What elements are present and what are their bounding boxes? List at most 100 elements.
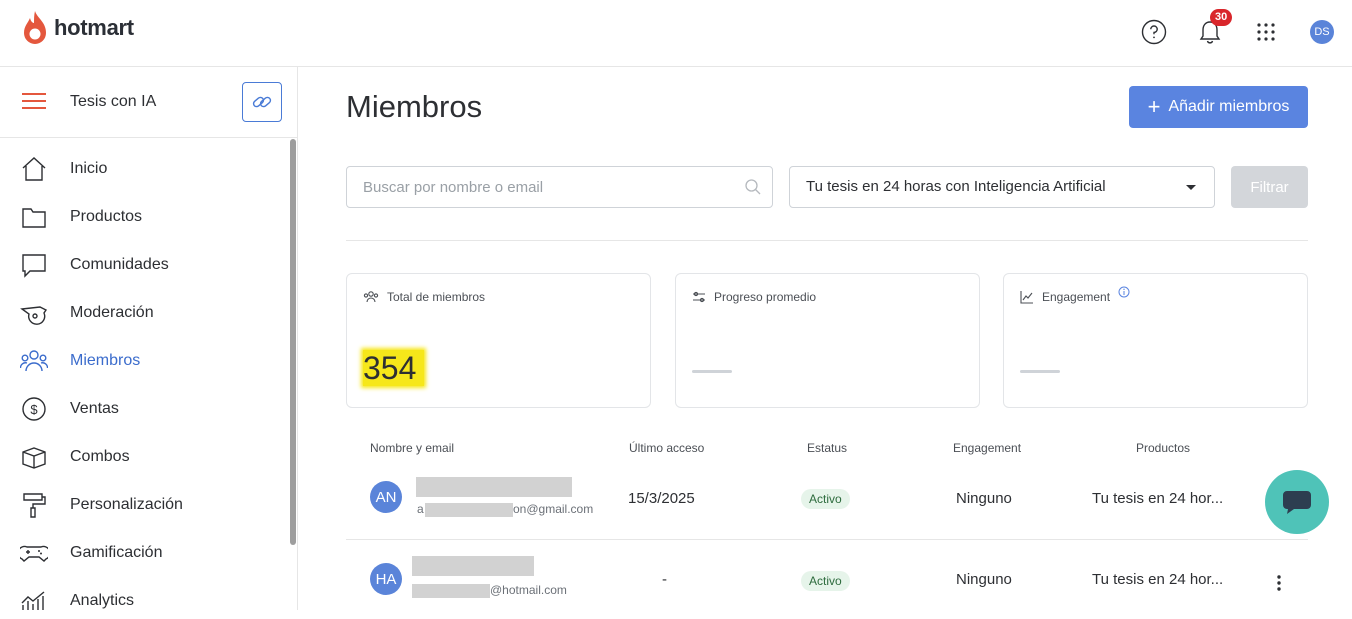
link-icon: [252, 96, 272, 108]
column-header[interactable]: Nombre y email: [370, 441, 454, 455]
sidebar-nav: Inicio Productos Comunidades Moderación: [0, 145, 290, 610]
notifications-button[interactable]: 30: [1196, 9, 1233, 46]
info-icon[interactable]: [1118, 286, 1130, 298]
chart-icon: [21, 591, 45, 610]
column-header[interactable]: Productos: [1136, 441, 1190, 455]
sidebar: Tesis con IA Inicio Productos Comunidade…: [0, 67, 298, 610]
top-bar: hotmart 30 DS: [0, 0, 1352, 67]
hotmart-logo[interactable]: hotmart: [22, 10, 134, 46]
sidebar-item-label: Personalización: [70, 496, 183, 513]
whistle-icon: [20, 306, 48, 325]
status-badge: Activo: [801, 571, 850, 591]
chat-support-icon: [1283, 491, 1311, 514]
product-value: Tu tesis en 24 hor...: [1092, 490, 1224, 507]
sidebar-item-label: Miembros: [70, 352, 141, 369]
sidebar-item-label: Analytics: [70, 592, 135, 609]
users-small-icon: [363, 291, 379, 303]
sidebar-item-label: Productos: [70, 208, 143, 225]
sidebar-item-gamificacion[interactable]: Gamificación: [0, 529, 290, 577]
help-button[interactable]: [1140, 18, 1168, 46]
add-members-button[interactable]: + Añadir miembros: [1129, 86, 1308, 128]
sidebar-item-label: Combos: [70, 448, 130, 465]
apps-button[interactable]: [1252, 18, 1280, 46]
product-select[interactable]: Tu tesis en 24 horas con Inteligencia Ar…: [789, 166, 1215, 208]
sidebar-item-label: Ventas: [70, 400, 119, 417]
avatar: HA: [370, 563, 402, 595]
paint-roller-icon: [23, 493, 46, 518]
table-row[interactable]: HA @hotmail.com - Activo Ninguno Tu tesi…: [346, 539, 1308, 619]
sidebar-item-ventas[interactable]: $ Ventas: [0, 385, 290, 433]
filter-button[interactable]: Filtrar: [1231, 166, 1308, 208]
main-content: Miembros + Añadir miembros Tu tesis en 2…: [299, 67, 1352, 610]
chat-bubble-icon: [22, 254, 46, 278]
sidebar-item-label: Gamificación: [70, 544, 163, 561]
redacted-name: [412, 556, 534, 576]
sidebar-scrollbar[interactable]: [290, 139, 296, 545]
engagement-card: Engagement: [1003, 273, 1308, 408]
empty-value-placeholder: [1020, 370, 1060, 373]
chevron-down-icon: [1186, 185, 1196, 190]
table-row[interactable]: AN a on@gmail.com 15/3/2025 Activo Ningu…: [346, 459, 1308, 539]
brand-name: hotmart: [54, 15, 134, 40]
avatar: AN: [370, 481, 402, 513]
search-icon: [745, 179, 761, 195]
users-icon: [20, 350, 48, 372]
sidebar-item-inicio[interactable]: Inicio: [0, 145, 290, 193]
box-icon: [22, 447, 46, 469]
search-input[interactable]: [347, 167, 727, 207]
grid-dots-icon: [1257, 23, 1275, 41]
last-access: -: [662, 571, 667, 588]
more-options-icon[interactable]: [1276, 574, 1282, 592]
dollar-circle-icon: $: [22, 397, 46, 421]
plus-icon: +: [1147, 94, 1161, 119]
chat-support-button[interactable]: [1265, 470, 1329, 534]
user-avatar: DS: [1310, 20, 1334, 44]
sidebar-item-comunidades[interactable]: Comunidades: [0, 241, 290, 289]
sidebar-item-combos[interactable]: Combos: [0, 433, 290, 481]
divider: [346, 240, 1308, 241]
user-menu-button[interactable]: DS: [1308, 18, 1336, 46]
total-members-value: 354: [363, 350, 425, 386]
page-title: Miembros: [346, 89, 483, 124]
product-value: Tu tesis en 24 hor...: [1092, 571, 1224, 588]
notifications-badge: 30: [1210, 9, 1233, 26]
progress-icon: [693, 291, 705, 303]
hamburger-menu-icon[interactable]: [22, 93, 46, 111]
average-progress-card: Progreso promedio: [675, 273, 980, 408]
column-header[interactable]: Engagement: [953, 441, 1021, 455]
engagement-value: Ninguno: [956, 490, 1012, 507]
sidebar-item-analytics[interactable]: Analytics: [0, 577, 290, 610]
club-name: Tesis con IA: [70, 93, 157, 110]
copy-link-button[interactable]: [242, 82, 282, 122]
search-box: [346, 166, 773, 208]
redacted-name: [416, 477, 572, 497]
empty-value-placeholder: [692, 370, 732, 373]
sidebar-item-personalizacion[interactable]: Personalización: [0, 481, 290, 529]
add-members-label: Añadir miembros: [1168, 98, 1290, 115]
last-access: 15/3/2025: [628, 490, 695, 507]
product-select-value: Tu tesis en 24 horas con Inteligencia Ar…: [806, 178, 1106, 195]
total-members-card: Total de miembros 354: [346, 273, 651, 408]
filter-label: Filtrar: [1250, 178, 1289, 196]
sidebar-item-miembros[interactable]: Miembros: [0, 337, 290, 385]
column-header[interactable]: Estatus: [807, 441, 847, 455]
column-header[interactable]: Último acceso: [629, 441, 704, 455]
question-circle-icon: [1141, 19, 1167, 45]
email-prefix: a: [417, 502, 424, 516]
card-label: Total de miembros: [387, 290, 486, 304]
trend-chart-icon: [1020, 291, 1033, 304]
flame-logo-icon: [24, 11, 46, 44]
card-label: Progreso promedio: [714, 290, 817, 304]
gamepad-icon: [20, 545, 48, 562]
redacted-email: [412, 584, 490, 598]
home-icon: [22, 157, 46, 181]
email-suffix: @hotmail.com: [490, 583, 567, 597]
sidebar-item-label: Inicio: [70, 160, 108, 177]
engagement-value: Ninguno: [956, 571, 1012, 588]
sidebar-item-productos[interactable]: Productos: [0, 193, 290, 241]
card-label: Engagement: [1042, 290, 1111, 304]
sidebar-item-label: Moderación: [70, 304, 154, 321]
sidebar-item-moderacion[interactable]: Moderación: [0, 289, 290, 337]
sidebar-header: Tesis con IA: [0, 67, 297, 138]
status-badge: Activo: [801, 489, 850, 509]
